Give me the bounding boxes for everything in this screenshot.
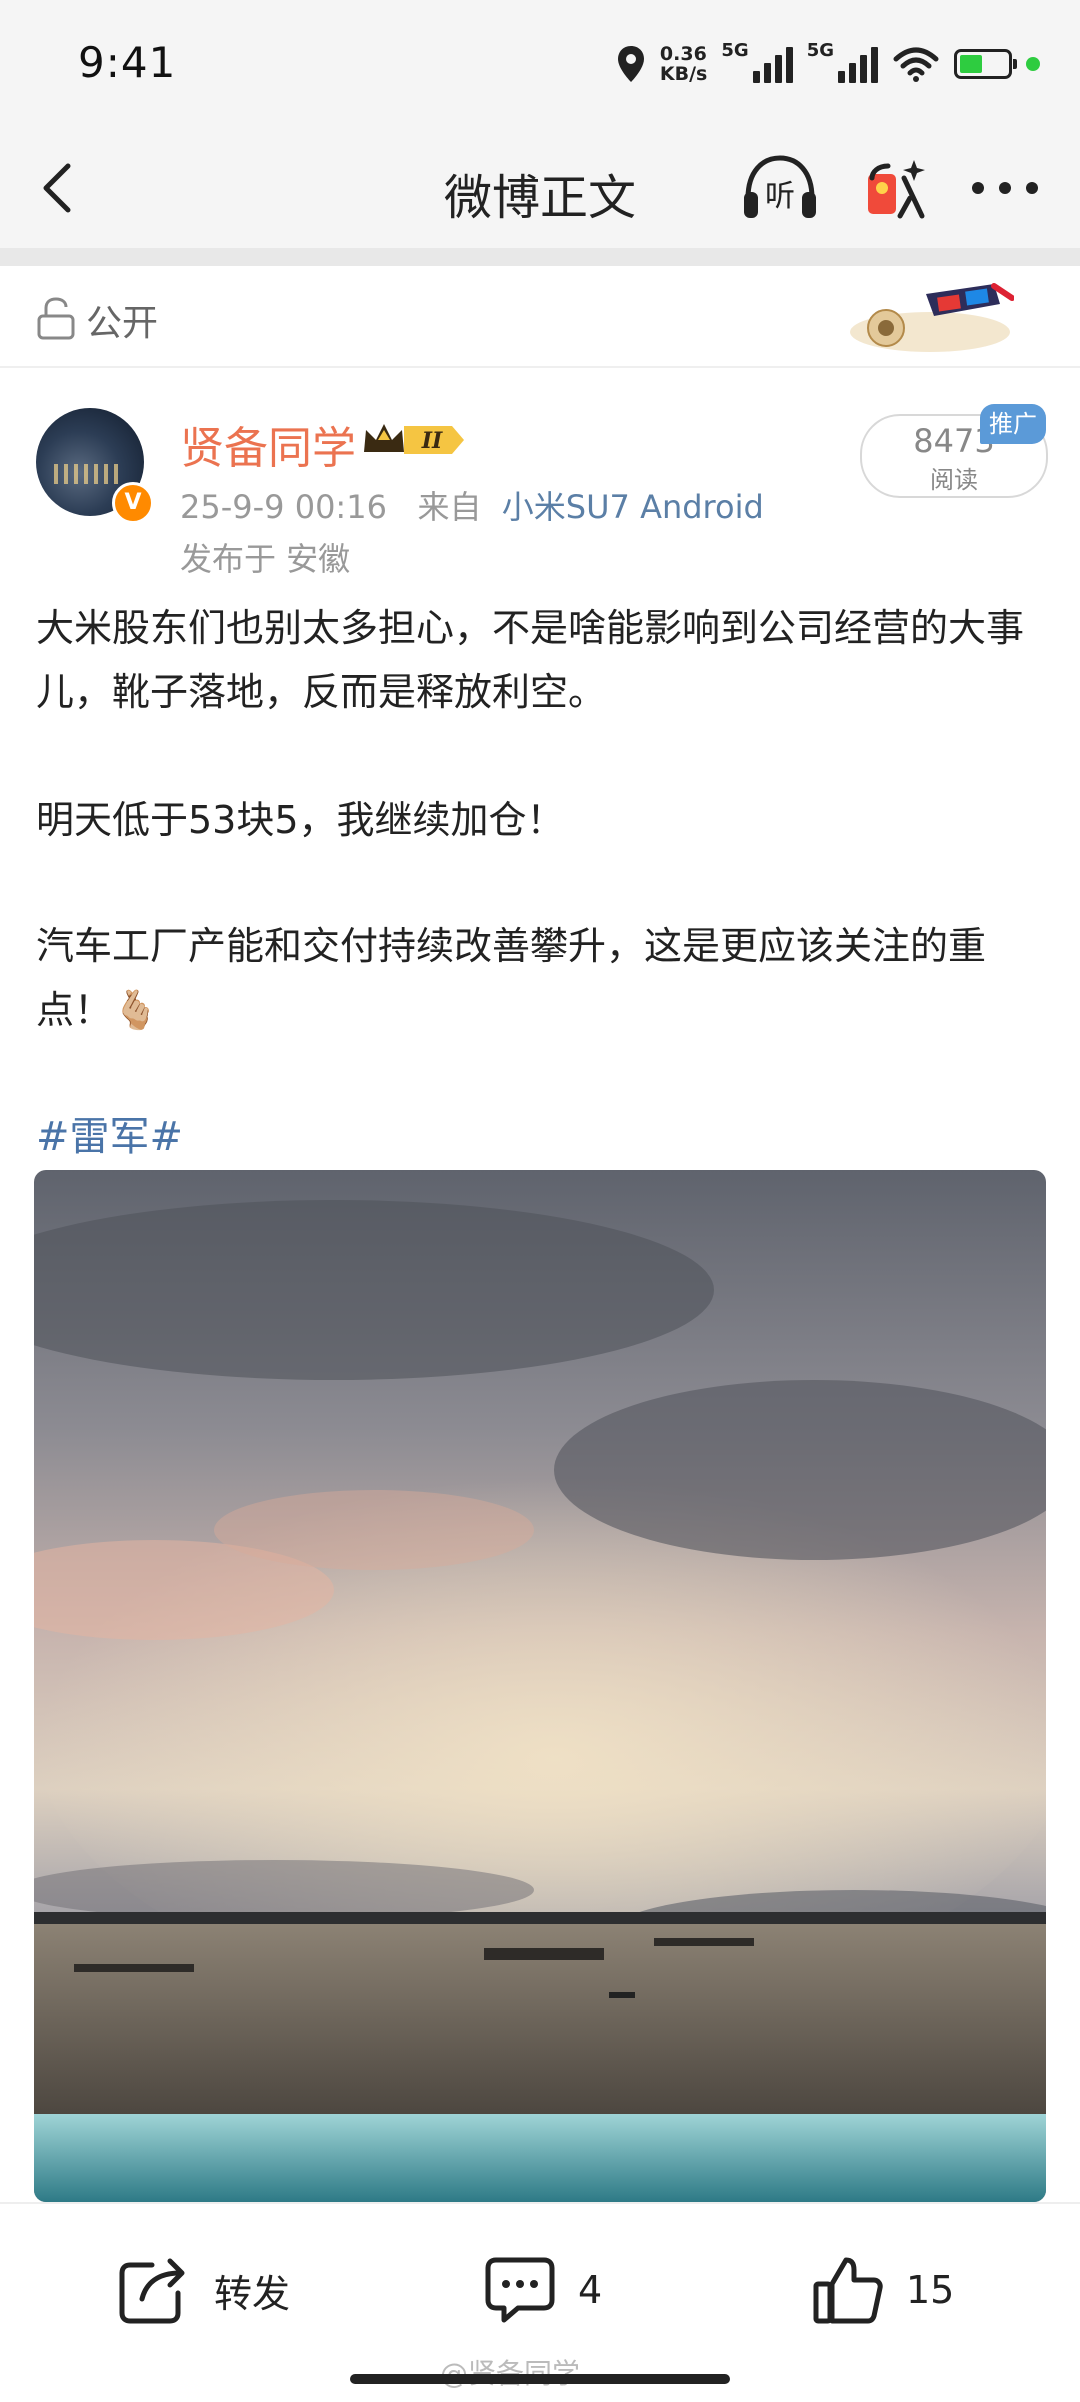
- net-speed-value: 0.36: [659, 43, 707, 65]
- listen-label: 听: [765, 179, 795, 214]
- promo-tag[interactable]: 推广: [980, 404, 1046, 444]
- signal-bars-1-icon: [752, 45, 793, 83]
- network-type-1: 5G: [721, 40, 749, 61]
- net-speed: 0.36 KB/s: [660, 44, 707, 84]
- 3d-glasses-badge-icon[interactable]: [846, 276, 1014, 356]
- header-divider: [0, 248, 1080, 266]
- post-paragraph: 汽车工厂产能和交付持续改善攀升，这是更应该关注的重点！🫰🏼: [36, 924, 987, 1032]
- member-level: II: [421, 428, 443, 454]
- thumbs-up-icon: [813, 2257, 883, 2324]
- location-icon: [617, 46, 644, 82]
- battery-icon: [954, 49, 1017, 79]
- repost-icon: [119, 2258, 185, 2324]
- unlock-icon: [37, 297, 75, 340]
- post-photo[interactable]: [34, 1170, 1046, 2202]
- post-meta: 25-9-9 00:16 来自 小米SU7 Android: [180, 482, 764, 528]
- more-button[interactable]: [968, 152, 1042, 224]
- red-packet-button[interactable]: [860, 152, 932, 224]
- sunset-river-image: [34, 1170, 1046, 2202]
- like-count: 15: [906, 2268, 955, 2312]
- post-paragraph: 大米股东们也别太多担心，不是啥能影响到公司经营的大事儿，靴子落地，反而是释放利空…: [36, 606, 1025, 714]
- repost-button[interactable]: 转发: [118, 2250, 290, 2330]
- signal-bars-2-icon: [838, 45, 878, 83]
- red-packet-icon: [868, 160, 925, 219]
- visibility-row: 公开: [0, 266, 1080, 368]
- status-icons: 0.36 KB/s 5G 5G: [616, 36, 1040, 92]
- privacy-indicator-dot: [1026, 57, 1040, 71]
- net-speed-unit: KB/s: [659, 63, 708, 85]
- comment-button[interactable]: 4: [484, 2250, 602, 2330]
- repost-label: 转发: [214, 2271, 291, 2316]
- nav-bar: 微博正文 听: [0, 130, 1080, 248]
- post-location: 发布于 安徽: [180, 540, 351, 578]
- wifi-icon: [893, 47, 939, 82]
- listen-button[interactable]: 听: [740, 152, 820, 224]
- author-name[interactable]: 贤备同学: [180, 412, 356, 476]
- action-bar: 转发 4 15 @贤备同学: [0, 2202, 1080, 2402]
- post-source-prefix: 来自: [417, 488, 482, 526]
- read-label: 阅读: [930, 466, 978, 494]
- post-paragraph: 明天低于53块5，我继续加仓！: [36, 798, 565, 842]
- headphones-icon: 听: [744, 155, 816, 218]
- network-type-2: 5G: [806, 40, 834, 61]
- like-button[interactable]: 15: [812, 2250, 954, 2330]
- member-crown-badge-icon[interactable]: II: [360, 418, 468, 462]
- hashtag-link[interactable]: #雷军#: [36, 1104, 183, 1162]
- watermark: @贤备同学: [440, 2352, 580, 2392]
- more-horizontal-icon: [972, 182, 1038, 194]
- post-source[interactable]: 小米SU7 Android: [502, 488, 764, 526]
- visibility-label: 公开: [86, 303, 159, 344]
- post-date: 25-9-9 00:16: [180, 488, 387, 526]
- comment-icon: [485, 2257, 555, 2323]
- home-indicator[interactable]: [350, 2374, 730, 2384]
- verified-badge-icon: V: [112, 482, 154, 524]
- comment-count: 4: [578, 2268, 603, 2312]
- status-time: 9:41: [78, 38, 177, 87]
- status-bar: 9:41 0.36 KB/s 5G 5G: [0, 0, 1080, 130]
